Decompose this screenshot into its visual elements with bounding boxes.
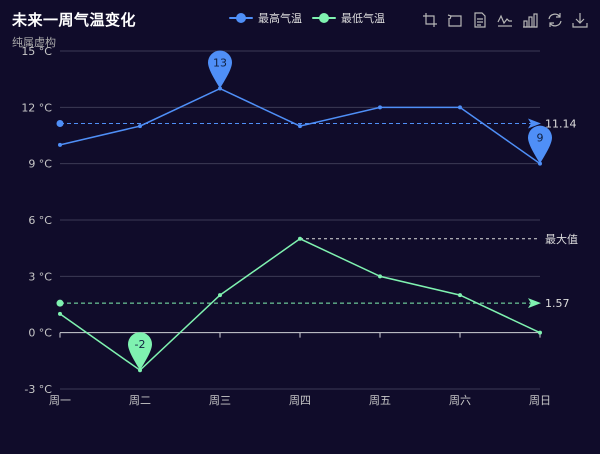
chart-title: 未来一周气温变化: [12, 11, 137, 29]
y-tick-label: 3 °C: [28, 270, 52, 283]
y-tick-label: 9 °C: [28, 158, 52, 171]
x-tick-label: 周日: [529, 394, 551, 407]
mark-point-high-label: 13: [213, 57, 227, 70]
mark-point-high-label: 9: [537, 132, 544, 145]
data-point-low: [378, 274, 382, 279]
plot-area: -3 °C0 °C3 °C6 °C9 °C12 °C15 °C周一 周二 周三 周四周…: [21, 45, 578, 407]
legend-swatch-low: [312, 13, 336, 23]
x-tick-label: 周一: [49, 394, 71, 407]
restore-icon[interactable]: [547, 12, 563, 28]
average-line-label-low: 1.57: [545, 297, 570, 310]
undo-zoom-icon[interactable]: [447, 12, 463, 28]
chart-subtitle: 纯属虚构: [12, 36, 56, 49]
average-line-start-high: [56, 119, 64, 127]
legend-swatch-high: [229, 13, 253, 23]
x-tick-label: 周五: [369, 394, 391, 407]
average-line-start-low: [56, 299, 64, 307]
data-point-low: [458, 293, 462, 298]
y-tick-label: 6 °C: [28, 214, 52, 227]
data-view-icon[interactable]: [472, 12, 488, 28]
legend: 最高气温 最低气温: [229, 10, 385, 26]
data-point-low: [58, 311, 62, 316]
data-point-high: [138, 124, 142, 129]
data-point-high: [298, 124, 302, 129]
legend-label-high: 最高气温: [258, 12, 302, 25]
x-tick-label: 周三: [209, 394, 231, 407]
data-point-high: [458, 105, 462, 110]
chart: -3 °C 0 °C 3 °C 6 °C 9 °C 12 °C 15 °C 周一 周二 周三 周四周…: [0, 0, 600, 450]
legend-item-low[interactable]: 最低气温: [312, 10, 385, 26]
data-point-low: [298, 236, 302, 241]
average-line-label-high: 11.14: [545, 117, 577, 130]
x-tick-label: 周四: [289, 394, 311, 407]
x-tick-label: 周六: [449, 394, 471, 407]
mark-point-low-label: -2: [135, 338, 146, 351]
data-point-low: [538, 330, 542, 335]
max-line-label-low: 最大值: [545, 232, 578, 246]
y-tick-label: 12 °C: [21, 101, 52, 114]
data-point-high: [58, 142, 62, 147]
toolbox: [422, 12, 588, 28]
data-point-high: [378, 105, 382, 110]
y-tick-label: 0 °C: [28, 327, 52, 340]
save-image-icon[interactable]: [572, 12, 588, 28]
legend-item-high[interactable]: 最高气温: [229, 10, 302, 26]
legend-label-low: 最低气温: [341, 12, 385, 25]
bar-chart-icon[interactable]: [522, 12, 538, 28]
select-region-icon[interactable]: [422, 12, 438, 28]
x-tick-label: 周二: [129, 394, 151, 407]
data-point-low: [218, 293, 222, 298]
line-chart-icon[interactable]: [497, 12, 513, 28]
